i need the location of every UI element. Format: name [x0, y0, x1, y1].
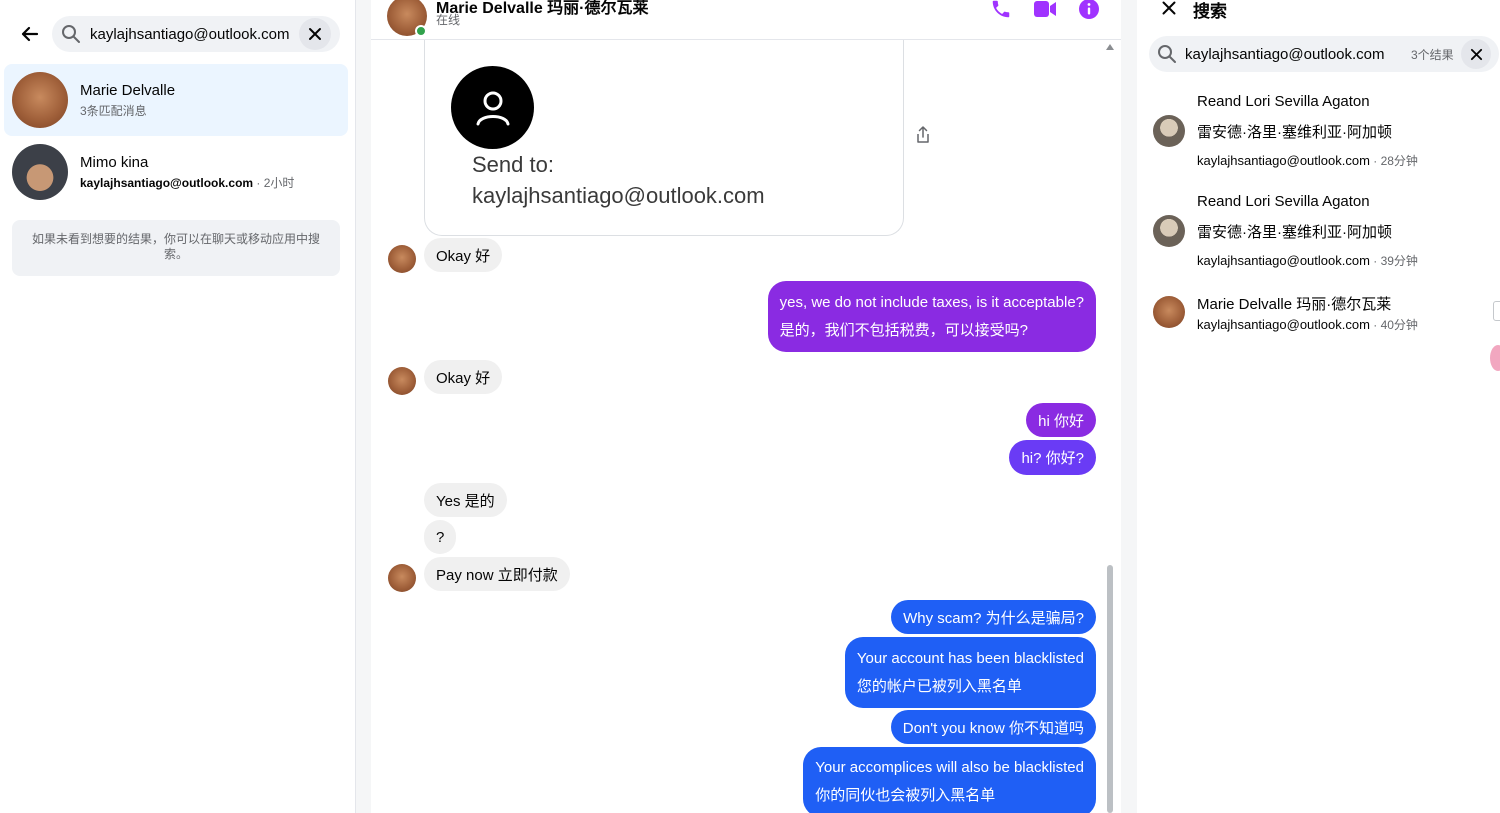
conversation-item-mimo-kina[interactable]: Mimo kina kaylajhsantiago@outlook.com · … — [4, 136, 348, 208]
message-incoming[interactable]: ? — [424, 520, 457, 554]
message-outgoing[interactable]: yes, we do not include taxes, is it acce… — [767, 281, 1096, 352]
result-snippet: kaylajhsantiago@outlook.com · 39分钟 — [1197, 252, 1418, 269]
result-email: kaylajhsantiago@outlook.com — [1197, 153, 1370, 168]
scrollbar-thumb[interactable] — [1107, 565, 1113, 813]
result-snippet: kaylajhsantiago@outlook.com · 28分钟 — [1197, 152, 1418, 169]
conversation-info-button[interactable] — [1076, 0, 1102, 22]
sender-avatar[interactable] — [388, 564, 416, 592]
search-icon — [52, 16, 90, 52]
video-icon — [1034, 1, 1056, 17]
message-line: Your account has been blacklisted — [856, 649, 1084, 667]
edge-widget[interactable] — [1493, 301, 1500, 321]
video-call-button[interactable] — [1032, 0, 1058, 22]
search-result[interactable]: Reand Lori Sevilla Agaton 雷安德·洛里·塞维利亚·阿加… — [1149, 90, 1489, 174]
search-icon — [1149, 36, 1185, 72]
info-icon — [1079, 0, 1099, 19]
message-outgoing[interactable]: Why scam? 为什么是骗局? — [891, 600, 1096, 634]
message-line: 你的同伙也会被列入黑名单 — [815, 787, 996, 804]
result-sender-name: Marie Delvalle 玛丽·德尔瓦莱 — [1197, 296, 1392, 313]
search-result[interactable]: Reand Lori Sevilla Agaton 雷安德·洛里·塞维利亚·阿加… — [1149, 190, 1489, 274]
conversation-snippet: kaylajhsantiago@outlook.com · 2小时 — [80, 174, 294, 191]
divider — [1121, 0, 1137, 813]
share-icon[interactable] — [915, 126, 931, 144]
back-arrow-icon — [21, 26, 39, 42]
left-sidebar: Marie Delvalle 3条匹配消息 Mimo kina kaylajhs… — [0, 0, 356, 813]
message-outgoing[interactable]: Your account has been blacklisted 您的帐户已被… — [844, 637, 1096, 708]
search-hint: 如果未看到想要的结果，你可以在聊天或移动应用中搜索。 — [12, 220, 340, 276]
back-button[interactable] — [14, 19, 46, 49]
divider — [356, 0, 371, 813]
conversation-search-query[interactable]: kaylajhsantiago@outlook.com — [1185, 46, 1411, 63]
result-sender-name: Reand Lori Sevilla Agaton — [1197, 193, 1370, 210]
result-sender-name-translated: 雷安德·洛里·塞维利亚·阿加顿 — [1197, 224, 1392, 241]
result-sender-name: Reand Lori Sevilla Agaton — [1197, 93, 1370, 110]
online-indicator — [415, 25, 427, 37]
close-search-button[interactable] — [1157, 0, 1181, 20]
image-text-email: kaylajhsantiago@outlook.com — [472, 183, 765, 208]
image-attachment[interactable]: Send to: kaylajhsantiago@outlook.com — [424, 40, 904, 236]
search-result[interactable]: Marie Delvalle 玛丽·德尔瓦莱 kaylajhsantiago@o… — [1149, 290, 1489, 340]
chat-header: Marie Delvalle 玛丽·德尔瓦莱 在线 — [371, 0, 1121, 40]
message-incoming[interactable]: Okay 好 — [424, 238, 503, 272]
clear-search-button[interactable] — [299, 18, 331, 50]
message-outgoing[interactable]: hi? 你好? — [1009, 440, 1096, 475]
close-icon — [309, 28, 321, 40]
chat-panel: Marie Delvalle 玛丽·德尔瓦莱 在线 Send to: kayla… — [371, 0, 1121, 813]
avatar — [12, 72, 68, 128]
message-outgoing[interactable]: hi 你好 — [1026, 403, 1096, 437]
message-outgoing[interactable]: Your accomplices will also be blackliste… — [803, 747, 1096, 813]
avatar — [12, 144, 68, 200]
chat-contact-status: 在线 — [436, 13, 461, 27]
message-line: 您的帐户已被列入黑名单 — [856, 677, 1022, 695]
search-input[interactable] — [90, 25, 295, 43]
message-line: 是的，我们不包括税费，可以接受吗? — [779, 321, 1029, 339]
result-snippet: kaylajhsantiago@outlook.com · 40分钟 — [1197, 316, 1418, 333]
chat-contact-name[interactable]: Marie Delvalle 玛丽·德尔瓦莱 — [436, 0, 649, 18]
edge-bubble[interactable] — [1490, 345, 1500, 371]
result-time: · 39分钟 — [1369, 254, 1418, 268]
message-incoming[interactable]: Pay now 立即付款 — [424, 557, 570, 591]
user-icon — [451, 66, 534, 149]
clear-conversation-search-button[interactable] — [1461, 39, 1491, 69]
search-box — [52, 16, 340, 52]
search-panel-title: 搜索 — [1193, 2, 1227, 21]
avatar — [1153, 296, 1185, 328]
avatar — [1153, 215, 1185, 247]
conversation-email: kaylajhsantiago@outlook.com — [80, 175, 254, 190]
result-email: kaylajhsantiago@outlook.com — [1197, 253, 1370, 268]
result-email: kaylajhsantiago@outlook.com — [1197, 317, 1370, 332]
message-incoming[interactable]: Yes 是的 — [424, 483, 507, 517]
close-icon — [1162, 1, 1176, 15]
result-count: 3个结果 — [1411, 47, 1454, 62]
result-sender-name-translated: 雷安德·洛里·塞维利亚·阿加顿 — [1197, 124, 1392, 141]
image-text-send-to: Send to: — [472, 152, 554, 177]
close-icon — [1470, 48, 1482, 60]
conversation-time: · 2小时 — [253, 175, 295, 190]
conversation-name: Mimo kina — [80, 153, 149, 171]
scroll-up-arrow[interactable] — [1106, 44, 1114, 50]
messenger-app: Marie Delvalle 3条匹配消息 Mimo kina kaylajhs… — [0, 0, 1500, 813]
conversation-name: Marie Delvalle — [80, 81, 176, 99]
phone-call-button[interactable] — [988, 0, 1014, 22]
conversation-match-count: 3条匹配消息 — [80, 103, 147, 118]
sender-avatar[interactable] — [388, 367, 416, 395]
sender-avatar[interactable] — [388, 245, 416, 273]
message-outgoing[interactable]: Don't you know 你不知道吗 — [890, 710, 1096, 744]
search-panel: 搜索 kaylajhsantiago@outlook.com 3个结果 Rean… — [1137, 0, 1500, 813]
message-incoming[interactable]: Okay 好 — [424, 360, 503, 394]
avatar — [1153, 115, 1185, 147]
result-time: · 40分钟 — [1369, 318, 1418, 332]
message-line: yes, we do not include taxes, is it acce… — [779, 293, 1084, 311]
conversation-item-marie-delvalle[interactable]: Marie Delvalle 3条匹配消息 — [4, 64, 348, 136]
result-time: · 28分钟 — [1369, 154, 1418, 168]
conversation-search-box[interactable]: kaylajhsantiago@outlook.com 3个结果 — [1149, 36, 1499, 72]
phone-icon — [992, 0, 1010, 18]
message-line: Your accomplices will also be blackliste… — [815, 759, 1084, 776]
